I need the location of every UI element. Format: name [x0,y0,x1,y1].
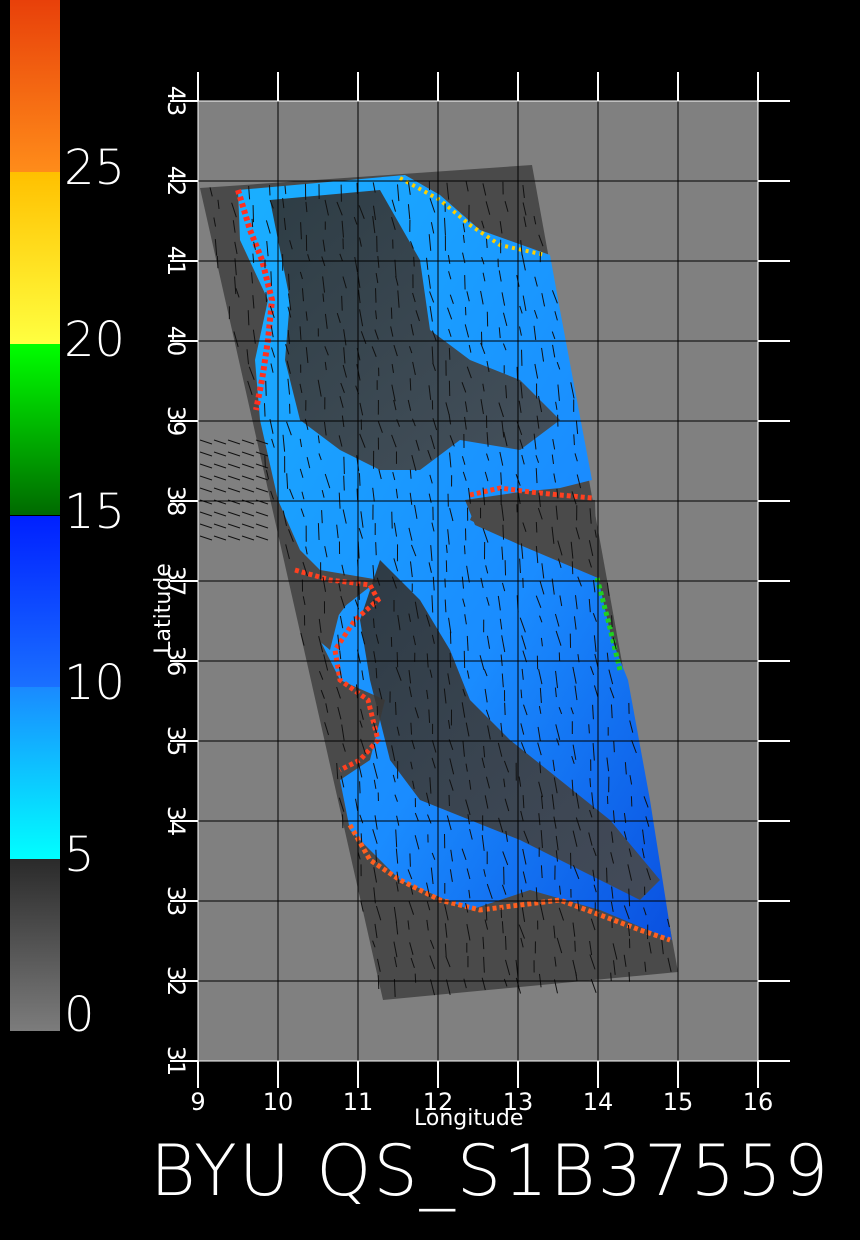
wind-vector [375,542,377,556]
lat-tick-label: 35 [162,726,190,757]
lat-tick-label: 32 [162,966,190,997]
lon-tick-label: 14 [583,1088,614,1116]
wind-vector [588,724,590,734]
wind-vector [410,722,413,735]
wind-vector [375,667,378,679]
wind-vector [268,185,271,196]
y-axis-label: Latitude [150,563,176,654]
lat-tick-label: 31 [162,1046,190,1077]
lat-tick-label: 33 [162,886,190,917]
wind-vector [394,702,397,715]
wind-vector [375,849,377,862]
wind-map: 9 10 11 12 13 14 15 163132333435363738394041424… [162,72,790,1116]
wind-vector [270,271,272,286]
lat-tick-label: 41 [162,246,190,277]
wind-vector [573,434,575,446]
wind-vector [396,652,399,668]
wind-vector [263,403,266,417]
wind-vector [377,975,380,990]
lat-tick-label: 42 [162,166,190,197]
wind-vector [317,523,320,541]
wind-vector [589,778,592,788]
wind-vector [265,292,268,303]
lat-tick-label: 40 [162,326,190,357]
wind-vector [321,510,323,524]
wind-vector [409,378,412,391]
wind-vector [444,599,447,613]
map-title: BYU QS_S1B37559 [150,1130,831,1212]
wind-vector [610,704,613,719]
lon-tick-label: 16 [743,1088,774,1116]
wind-vector [448,347,451,360]
wind-vector [485,238,488,248]
wind-vector [251,218,254,228]
wind-vector [502,524,505,540]
wind-vector [535,522,538,533]
wind-vector [264,455,266,468]
wind-vector [341,295,343,311]
wind-vector [413,256,415,267]
wind-vector [343,456,345,474]
x-axis-label: Longitude [414,1106,524,1131]
wind-vector [610,972,612,981]
lat-tick-label: 43 [162,86,190,117]
wind-vector [574,940,576,952]
wind-vector [500,472,502,485]
wind-vector [428,709,431,723]
lon-tick-label: 10 [263,1088,294,1116]
wind-vector [628,972,631,982]
lon-tick-label: 11 [343,1088,374,1116]
wind-vector [358,473,361,486]
wind-vector [449,652,452,668]
wind-vector [504,936,507,950]
lat-tick-label: 38 [162,486,190,517]
lon-tick-label: 9 [190,1088,205,1116]
wind-vector [247,310,250,326]
wind-vector [613,741,615,753]
wind-vector [504,702,506,716]
wind-vector [463,545,466,555]
wind-vector [606,867,608,883]
lat-tick-label: 39 [162,406,190,437]
wind-vector [611,615,613,627]
wind-vector [216,255,219,269]
wind-vector [343,475,345,491]
lat-tick-label: 34 [162,806,190,837]
lon-tick-label: 15 [663,1088,694,1116]
